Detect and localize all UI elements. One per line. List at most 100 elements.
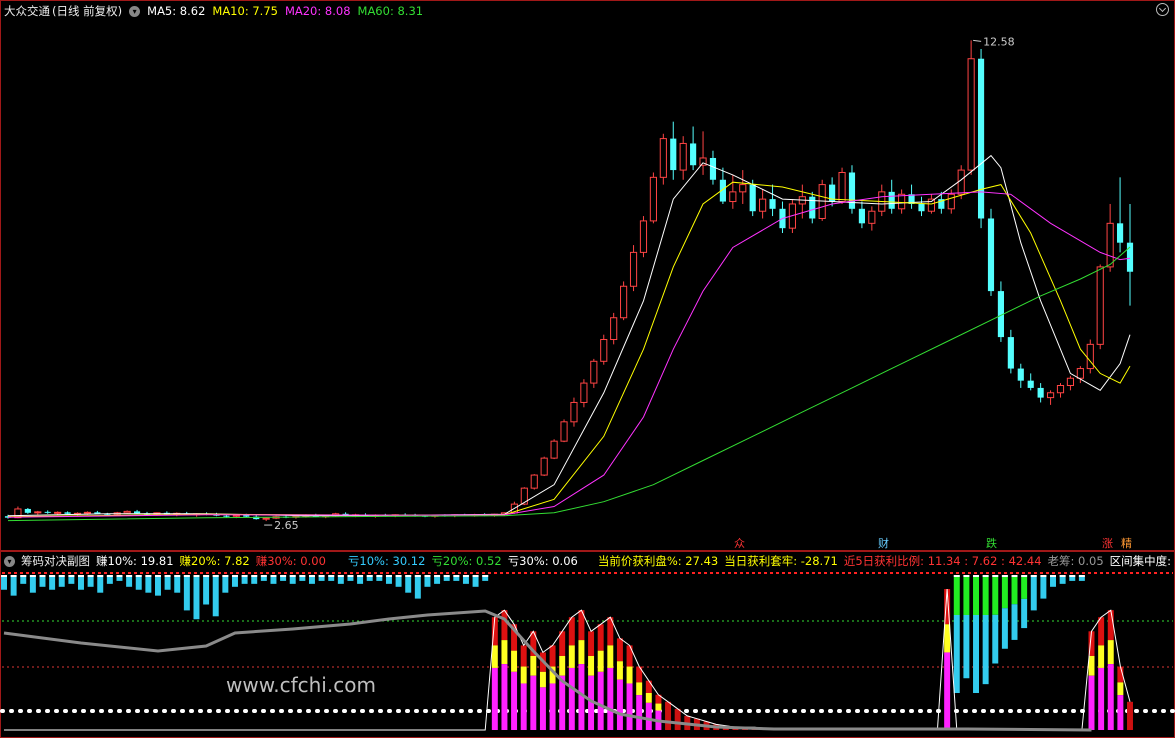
candle-body [34, 511, 42, 514]
loss-bar-cyan [97, 575, 104, 593]
profit-bar-magenta [501, 664, 508, 730]
loss-bar-cap [280, 575, 287, 577]
loss-bar-cap [164, 575, 171, 577]
candle-body [570, 401, 578, 423]
loss10-label: 亏10%: 30.12 [347, 554, 426, 568]
ma60-label: MA60: 8.31 [357, 4, 424, 18]
candle-body [243, 515, 250, 517]
loss-bar-green [1021, 575, 1028, 599]
candle-body [620, 285, 628, 319]
candle-body [739, 184, 747, 193]
profit-bar-red [549, 645, 556, 667]
high-annotation-line [973, 39, 982, 42]
loss-bar-cap [212, 575, 219, 577]
candle-body [540, 457, 548, 476]
candle-body [670, 138, 677, 171]
candlestick-chart: 12.58 2.65 [4, 35, 1134, 532]
collapse-button[interactable] [1156, 3, 1169, 16]
loss-bar-cap [231, 575, 238, 577]
profit-bar-red [520, 645, 527, 667]
loss-bar-cap [414, 575, 421, 577]
five-day-ratio-label: 近5日获利比例: 11.34 : 7.62 : 42.44 [843, 554, 1042, 568]
candle-body [759, 198, 767, 212]
profit-bar-red [645, 680, 652, 693]
loss-bar-cap [299, 575, 306, 577]
profit-bar-red [674, 708, 681, 730]
loss-bar-green [973, 575, 980, 615]
candle-body [44, 511, 51, 513]
loss-bar-cap [982, 575, 989, 577]
profit-ratio-label: 当前价获利盘%: 27.43 [597, 554, 719, 568]
ma10-label: MA10: 7.75 [212, 4, 278, 18]
loss-bar-cap [116, 575, 123, 577]
candle-body [560, 421, 568, 442]
profit-bar-magenta [511, 671, 518, 730]
loss-bar-cap [1011, 575, 1018, 577]
high-annotation-label: 12.58 [983, 35, 1015, 48]
loss-bar-cap [462, 575, 469, 577]
profit-bar-magenta [539, 687, 546, 730]
candle-body [1116, 223, 1124, 243]
loss-bar-cyan [992, 614, 999, 664]
profit-bar-yellow [491, 645, 498, 668]
profit-bar-magenta [568, 667, 575, 730]
ma5-label: MA5: 8.62 [147, 4, 206, 18]
profit-bar-yellow [530, 655, 537, 676]
loss-bar-green [953, 575, 960, 615]
loss-bar-cyan [963, 615, 970, 679]
loss-bar-cap [203, 575, 210, 577]
loss-bar-cyan [78, 575, 84, 590]
profit-bar-yellow [588, 655, 595, 676]
profit-bar-yellow [1107, 640, 1114, 665]
profit-bar-magenta [645, 702, 652, 730]
loss-bar-cap [1030, 575, 1037, 577]
earn30-label: 赚30%: 0.00 [255, 554, 326, 568]
loss-bar-cap [183, 575, 190, 577]
candle-body [679, 142, 687, 171]
ma-line-ma60 [7, 246, 1131, 522]
loss-bar-cyan [154, 575, 161, 596]
chevron-down-icon[interactable]: ▾ [4, 555, 15, 567]
candle-body [1027, 380, 1034, 388]
old-chips-label: 老筹: 0.05 [1047, 554, 1104, 568]
candle-body [769, 199, 776, 209]
candle-body [987, 218, 995, 292]
candle-body [1056, 385, 1065, 394]
loss-bar-cap [424, 575, 431, 577]
loss-bar-cyan [1030, 575, 1037, 611]
chip-battle-indicator [0, 572, 1175, 732]
period-label: (日线 前复权) [52, 4, 123, 18]
profit-bar-yellow [539, 671, 546, 688]
loss-bar-cap [1069, 575, 1076, 577]
loss-bar-cap [1, 575, 7, 577]
candle-body [848, 172, 856, 209]
loss-bar-cap [472, 575, 479, 577]
loss-bar-cyan [29, 575, 36, 593]
ma20-label: MA20: 8.08 [284, 4, 351, 18]
sub-header: ▾ 筹码对决副图 赚10%: 19.81 赚20%: 7.82 赚30%: 0.… [4, 553, 1175, 569]
candle-body [1037, 387, 1044, 398]
loss-bar-cap [347, 575, 354, 577]
candle-body [24, 508, 31, 513]
profit-bar-yellow [1117, 682, 1124, 696]
loss-bar-cap [376, 575, 383, 577]
loss-bar-cap [963, 575, 970, 577]
loss-bar-green [1011, 575, 1018, 605]
profit-bar-red [616, 638, 623, 662]
loss-bar-cyan [1001, 608, 1008, 649]
profit-bar-magenta [607, 667, 614, 730]
loss-bar-cap [145, 575, 152, 577]
loss-bar-cap [405, 575, 412, 577]
loss-bar-cap [973, 575, 980, 577]
chevron-down-icon[interactable]: ▾ [129, 5, 141, 17]
loss-bar-cyan [973, 615, 980, 693]
loss-bar-cyan [183, 575, 190, 611]
loss-bar-green [982, 575, 989, 615]
candle-body [898, 193, 906, 210]
candle-body [649, 176, 657, 222]
profit-bar-magenta [944, 652, 951, 730]
loss-bar-cap [328, 575, 335, 577]
loss-bar-cyan [405, 575, 412, 593]
candle-body [690, 143, 697, 166]
profit-bar-red [1127, 701, 1133, 730]
